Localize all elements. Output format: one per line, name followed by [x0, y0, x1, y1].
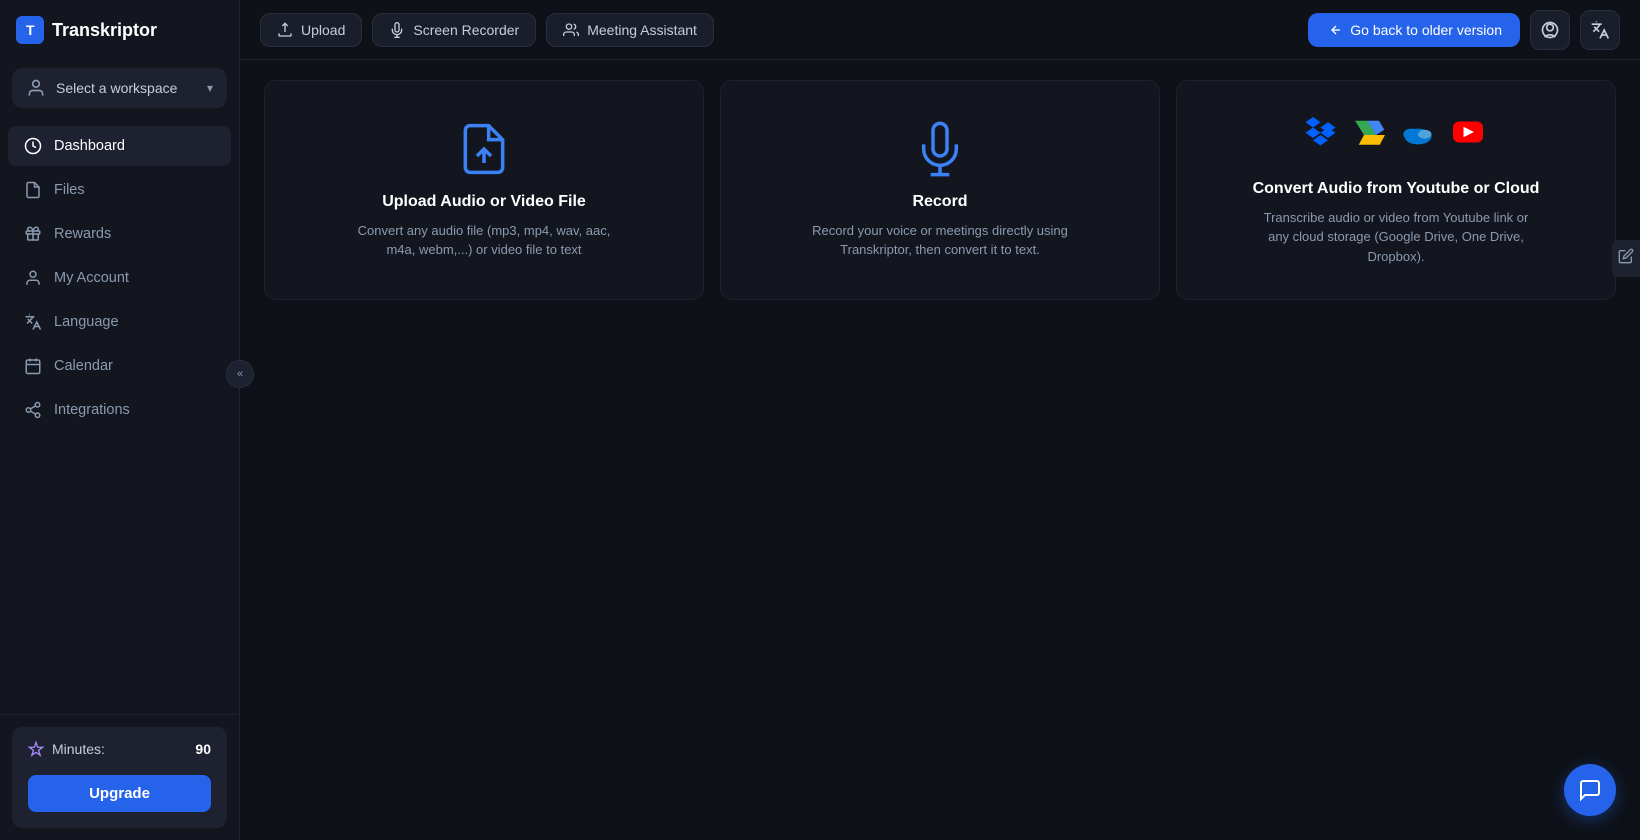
sidebar-label-language: Language: [54, 314, 119, 330]
chat-button[interactable]: [1564, 764, 1616, 816]
cloud-card[interactable]: Convert Audio from Youtube or Cloud Tran…: [1176, 80, 1616, 300]
topbar-right-actions: Go back to older version: [1308, 10, 1620, 50]
cards-area: Upload Audio or Video File Convert any a…: [240, 60, 1640, 840]
sidebar: T Transkriptor Select a workspace ▾ Dash…: [0, 0, 240, 840]
topbar-nav-buttons: Upload Screen Recorder Meeting A: [260, 13, 714, 47]
minutes-value: 90: [195, 741, 211, 757]
cloud-services-icons: [1304, 114, 1488, 164]
google-drive-icon: [1352, 114, 1388, 150]
files-icon: [24, 181, 42, 199]
meeting-assistant-button[interactable]: Meeting Assistant: [546, 13, 714, 47]
sidebar-label-calendar: Calendar: [54, 358, 113, 374]
screen-recorder-icon: [389, 22, 405, 38]
sidebar-collapse-button[interactable]: «: [226, 360, 254, 388]
minutes-panel: Minutes: 90 Upgrade: [12, 727, 227, 828]
microphone-icon: [912, 121, 968, 177]
main-content: « Upload Screen Recorder: [240, 0, 1640, 840]
app-name: Transkriptor: [52, 20, 157, 41]
workspace-icon: [26, 78, 46, 98]
sidebar-item-my-account[interactable]: My Account: [8, 258, 231, 298]
user-circle-icon: [1540, 20, 1560, 40]
translate-icon-button[interactable]: [1580, 10, 1620, 50]
edge-edit-icon[interactable]: [1612, 240, 1640, 277]
translate-icon: [1590, 20, 1610, 40]
cloud-card-title: Convert Audio from Youtube or Cloud: [1253, 180, 1540, 198]
cloud-card-desc: Transcribe audio or video from Youtube l…: [1256, 208, 1536, 267]
upload-icon: [277, 22, 293, 38]
nav-items: Dashboard Files Rewards My Accou: [0, 116, 239, 714]
account-icon: [24, 269, 42, 287]
dashboard-icon: [24, 137, 42, 155]
go-back-button[interactable]: Go back to older version: [1308, 13, 1520, 47]
youtube-icon: [1448, 114, 1488, 150]
sidebar-item-dashboard[interactable]: Dashboard: [8, 126, 231, 166]
record-card-title: Record: [912, 193, 967, 211]
sidebar-item-language[interactable]: Language: [8, 302, 231, 342]
sidebar-label-rewards: Rewards: [54, 226, 111, 242]
upgrade-button[interactable]: Upgrade: [28, 775, 211, 812]
onedrive-icon: [1400, 114, 1436, 150]
sidebar-label-my-account: My Account: [54, 270, 129, 286]
chat-icon: [1578, 778, 1602, 802]
upload-button[interactable]: Upload: [260, 13, 362, 47]
record-card[interactable]: Record Record your voice or meetings dir…: [720, 80, 1160, 300]
sidebar-bottom: Minutes: 90 Upgrade: [0, 714, 239, 840]
language-icon: [24, 313, 42, 331]
sidebar-item-rewards[interactable]: Rewards: [8, 214, 231, 254]
upload-card[interactable]: Upload Audio or Video File Convert any a…: [264, 80, 704, 300]
rewards-icon: [24, 225, 42, 243]
upload-card-desc: Convert any audio file (mp3, mp4, wav, a…: [344, 221, 624, 260]
record-card-desc: Record your voice or meetings directly u…: [800, 221, 1080, 260]
sidebar-item-calendar[interactable]: Calendar: [8, 346, 231, 386]
workspace-selector[interactable]: Select a workspace ▾: [12, 68, 227, 108]
workspace-label: Select a workspace: [56, 80, 177, 96]
go-back-icon: [1326, 22, 1342, 38]
screen-recorder-button[interactable]: Screen Recorder: [372, 13, 536, 47]
integrations-icon: [24, 401, 42, 419]
sidebar-item-integrations[interactable]: Integrations: [8, 390, 231, 430]
sidebar-label-integrations: Integrations: [54, 402, 130, 418]
calendar-icon: [24, 357, 42, 375]
sparkle-icon: [28, 741, 44, 757]
upload-file-icon: [456, 121, 512, 177]
logo-icon: T: [16, 16, 44, 44]
logo-area: T Transkriptor: [0, 0, 239, 60]
account-icon-button[interactable]: [1530, 10, 1570, 50]
minutes-label: Minutes:: [28, 741, 105, 757]
sidebar-label-dashboard: Dashboard: [54, 138, 125, 154]
meeting-icon: [563, 22, 579, 38]
sidebar-item-files[interactable]: Files: [8, 170, 231, 210]
upload-card-title: Upload Audio or Video File: [382, 193, 586, 211]
dropbox-icon: [1304, 114, 1340, 150]
topbar: Upload Screen Recorder Meeting A: [240, 0, 1640, 60]
sidebar-label-files: Files: [54, 182, 85, 198]
chevron-down-icon: ▾: [207, 81, 213, 95]
